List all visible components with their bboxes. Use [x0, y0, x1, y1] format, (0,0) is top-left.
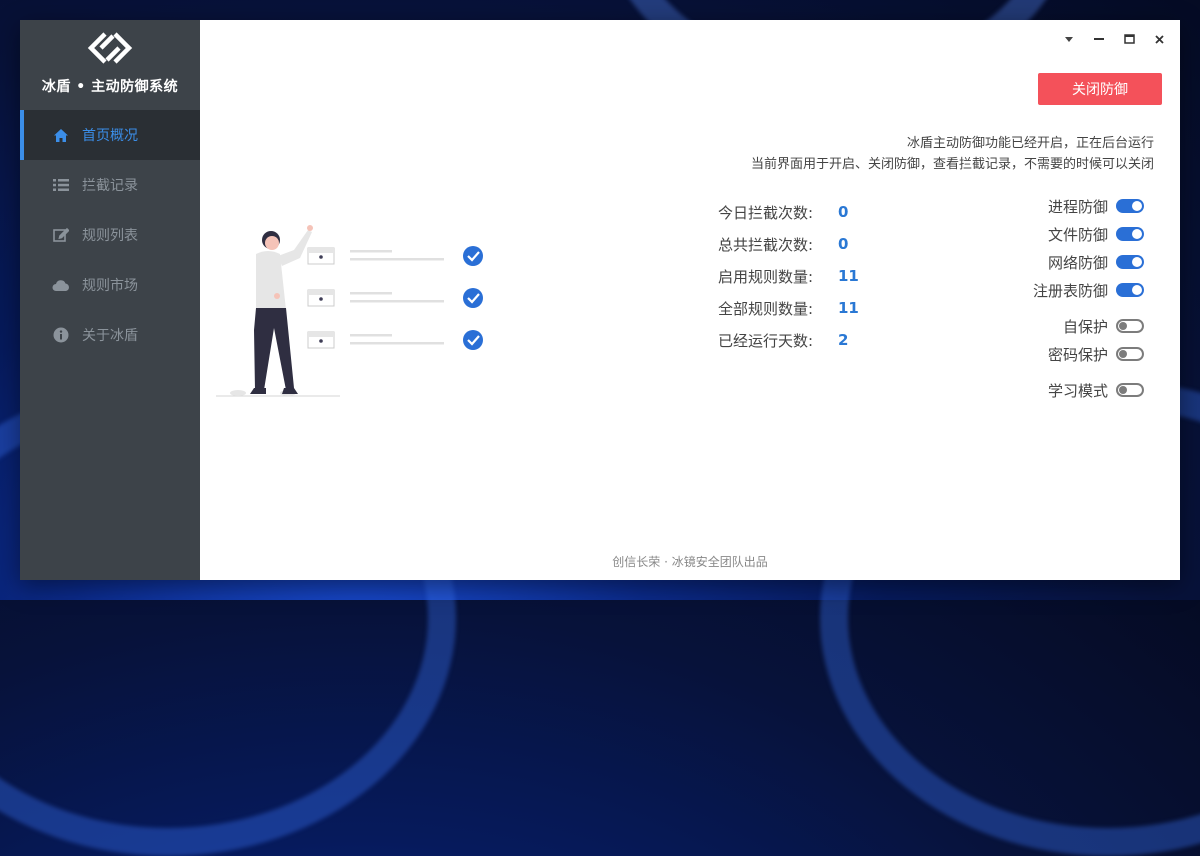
sidebar-item-rule-list[interactable]: 规则列表 [20, 210, 200, 260]
toggle-defense-button[interactable]: 关闭防御 [1038, 73, 1162, 105]
window-controls [1056, 28, 1172, 50]
sidebar-item-label: 关于冰盾 [82, 328, 138, 344]
home-icon [52, 126, 70, 144]
stat-days-running: 已经运行天数: 2 [718, 324, 859, 356]
stat-value: 11 [838, 267, 859, 285]
chevron-down-icon [1065, 36, 1073, 42]
stat-label: 已经运行天数: [718, 331, 814, 350]
stat-total-intercepts: 总共拦截次数: 0 [718, 228, 859, 260]
file-defense-toggle[interactable] [1116, 227, 1144, 241]
stat-value: 2 [838, 331, 849, 349]
main-panel: 关闭防御 冰盾主动防御功能已经开启，正在后台运行 当前界面用于开启、关闭防御，查… [200, 20, 1180, 580]
switch-row-registry: 注册表防御 [1033, 276, 1144, 304]
sidebar-item-label: 首页概况 [82, 128, 138, 144]
maximize-button[interactable] [1116, 28, 1142, 50]
registry-defense-toggle[interactable] [1116, 283, 1144, 297]
protection-switches: 进程防御 文件防御 网络防御 注册表防御 自保护 密码保护 学习模式 [1033, 192, 1144, 404]
network-defense-toggle[interactable] [1116, 255, 1144, 269]
status-description: 冰盾主动防御功能已经开启，正在后台运行 当前界面用于开启、关闭防御，查看拦截记录… [751, 133, 1154, 175]
checklist-illustration [216, 225, 483, 397]
stat-today-intercepts: 今日拦截次数: 0 [718, 196, 859, 228]
minimize-button[interactable] [1086, 28, 1112, 50]
process-defense-toggle[interactable] [1116, 199, 1144, 213]
stat-value: 0 [838, 235, 849, 253]
switch-row-password: 密码保护 [1033, 340, 1144, 368]
switch-label: 自保护 [1062, 317, 1108, 336]
stat-enabled-rules: 启用规则数量: 11 [718, 260, 859, 292]
stat-label: 总共拦截次数: [718, 235, 814, 254]
sidebar-item-label: 规则列表 [82, 228, 138, 244]
switch-row-process: 进程防御 [1033, 192, 1144, 220]
switch-label: 学习模式 [1047, 381, 1108, 400]
switch-label: 进程防御 [1047, 197, 1108, 216]
sidebar-item-rule-market[interactable]: 规则市场 [20, 260, 200, 310]
cloud-icon [52, 276, 70, 294]
close-button[interactable] [1146, 28, 1172, 50]
sidebar-item-intercept-log[interactable]: 拦截记录 [20, 160, 200, 210]
app-title: 冰盾 • 主动防御系统 [41, 79, 179, 95]
logo-icon [87, 32, 133, 64]
password-protection-toggle[interactable] [1116, 347, 1144, 361]
sidebar: 冰盾 • 主动防御系统 首页概况 拦截记录 规则列表 规则市场 关于冰盾 [20, 20, 200, 580]
stats-panel: 今日拦截次数: 0 总共拦截次数: 0 启用规则数量: 11 全部规则数量: 1… [718, 196, 859, 356]
app-window: 冰盾 • 主动防御系统 首页概况 拦截记录 规则列表 规则市场 关于冰盾 关闭防… [20, 20, 1180, 580]
maximize-icon [1123, 34, 1135, 44]
switch-label: 注册表防御 [1032, 281, 1108, 300]
logo-area: 冰盾 • 主动防御系统 [20, 20, 200, 110]
minimize-icon [1094, 38, 1104, 40]
stat-label: 启用规则数量: [718, 267, 814, 286]
sidebar-item-about[interactable]: 关于冰盾 [20, 310, 200, 360]
stat-label: 全部规则数量: [718, 299, 814, 318]
switch-label: 密码保护 [1047, 345, 1108, 364]
switch-label: 文件防御 [1047, 225, 1108, 244]
switch-label: 网络防御 [1047, 253, 1108, 272]
illustration [216, 210, 496, 424]
sidebar-item-label: 拦截记录 [82, 178, 138, 194]
info-icon [52, 326, 70, 344]
close-icon [1154, 34, 1164, 44]
status-description-line: 当前界面用于开启、关闭防御，查看拦截记录，不需要的时候可以关闭 [750, 157, 1154, 172]
switch-row-self-protect: 自保护 [1033, 312, 1144, 340]
switch-row-learning: 学习模式 [1033, 376, 1144, 404]
status-description-line: 冰盾主动防御功能已经开启，正在后台运行 [906, 136, 1154, 151]
sidebar-item-label: 规则市场 [82, 278, 138, 294]
list-icon [52, 176, 70, 194]
self-protection-toggle[interactable] [1116, 319, 1144, 333]
dropdown-button[interactable] [1056, 28, 1082, 50]
stat-value: 0 [838, 203, 849, 221]
stat-all-rules: 全部规则数量: 11 [718, 292, 859, 324]
sidebar-item-home[interactable]: 首页概况 [20, 110, 200, 160]
switch-row-network: 网络防御 [1033, 248, 1144, 276]
switch-row-file: 文件防御 [1033, 220, 1144, 248]
learning-mode-toggle[interactable] [1116, 383, 1144, 397]
footer-credit: 创信长荣 · 冰镜安全团队出品 [612, 555, 768, 569]
stat-label: 今日拦截次数: [718, 203, 814, 222]
stat-value: 11 [838, 299, 859, 317]
edit-icon [52, 226, 70, 244]
